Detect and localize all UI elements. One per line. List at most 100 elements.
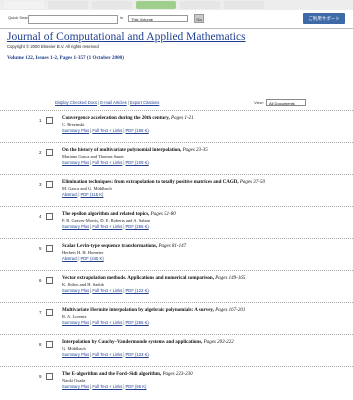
article-pages: Pages 167-201: [215, 308, 246, 313]
article-row: 9 The E-algorithm and the Ford–Sidi algor…: [0, 366, 353, 399]
article-link[interactable]: PDF (109 K): [126, 160, 149, 165]
article-pages: Pages 23-35: [182, 148, 208, 153]
article-info: Scalar Levin-type sequence transformatio…: [62, 244, 342, 262]
article-link[interactable]: PDF (198 K): [126, 128, 149, 133]
article-title-text: On the history of multivariate polynomia…: [62, 148, 182, 153]
link-separator: |: [127, 100, 129, 105]
article-link[interactable]: Abstract: [62, 192, 77, 197]
top-tab-1[interactable]: [4, 1, 44, 9]
article-link[interactable]: PDF (122 K): [126, 288, 149, 293]
quick-search-input[interactable]: [28, 15, 118, 24]
article-link[interactable]: PDF (115 K): [80, 192, 103, 197]
article-title-text: Elimination techniques: from extrapolati…: [62, 180, 239, 185]
article-checkbox[interactable]: [46, 149, 53, 156]
article-link[interactable]: Full Text + Links: [92, 384, 122, 389]
volume-heading: Volume 122, Issues 1-2, Pages 1-357 (1 O…: [7, 55, 124, 61]
top-tab-5[interactable]: [180, 1, 220, 9]
article-link[interactable]: PDF (445 K): [80, 256, 103, 261]
article-row: 8 Interpolation by Cauchy–Vandermonde sys…: [0, 334, 353, 367]
go-button[interactable]: Go: [194, 14, 204, 23]
article-number: 4: [39, 214, 42, 219]
display-checked-docs-link[interactable]: Display Checked Docs: [55, 100, 97, 105]
article-title-text: The epsilon algorithm and related topics…: [62, 212, 150, 217]
top-tab-6[interactable]: [224, 1, 264, 9]
article-checkbox[interactable]: [46, 277, 53, 284]
article-number: 7: [39, 310, 42, 315]
article-links: Summary Plus|Full Text + Links|PDF (66 K…: [62, 384, 342, 390]
header-divider: [0, 28, 353, 29]
article-link[interactable]: Full Text + Links: [92, 320, 122, 325]
article-link[interactable]: Abstract: [62, 256, 77, 261]
article-row: 2 On the history of multivariate polynomi…: [0, 142, 353, 175]
top-tab-4[interactable]: [136, 1, 176, 9]
article-link[interactable]: Summary Plus: [62, 384, 89, 389]
copyright-text: Copyright © 2000 Elsevier B.V. All right…: [7, 44, 99, 49]
article-link[interactable]: Summary Plus: [62, 288, 89, 293]
article-link[interactable]: PDF (256 K): [126, 224, 149, 229]
article-links: Summary Plus|Full Text + Links|PDF (109 …: [62, 160, 342, 166]
article-number: 3: [39, 182, 42, 187]
article-title-text: Vector extrapolation methods. Applicatio…: [62, 276, 214, 281]
article-pages: Pages 203-222: [203, 340, 234, 345]
toolbar-links: Display Checked Docs|E-mail Articles|Exp…: [55, 100, 159, 105]
article-links: Summary Plus|Full Text + Links|PDF (123 …: [62, 352, 342, 358]
link-separator: |: [123, 384, 125, 389]
search-scope-select[interactable]: This Volume: [128, 15, 188, 22]
article-info: Multivariate Hermite interpolation by al…: [62, 308, 342, 326]
article-row: 5 Scalar Levin-type sequence transformati…: [0, 238, 353, 271]
link-separator: |: [123, 224, 125, 229]
article-link[interactable]: Summary Plus: [62, 224, 89, 229]
link-separator: |: [123, 352, 125, 357]
article-pages: Pages 149-165: [215, 276, 246, 281]
article-link[interactable]: Full Text + Links: [92, 224, 122, 229]
article-number: 5: [39, 246, 42, 251]
article-checkbox[interactable]: [46, 309, 53, 316]
article-title-text: Scalar Levin-type sequence transformatio…: [62, 244, 158, 249]
article-checkbox[interactable]: [46, 245, 53, 252]
article-link[interactable]: PDF (66 K): [126, 384, 147, 389]
article-row: 1 Convergence acceleration during the 20t…: [0, 110, 353, 143]
top-tab-2[interactable]: [48, 1, 88, 9]
article-checkbox[interactable]: [46, 117, 53, 124]
article-link[interactable]: Full Text + Links: [92, 128, 122, 133]
email-articles-link[interactable]: E-mail Articles: [100, 100, 127, 105]
article-links: Summary Plus|Full Text + Links|PDF (122 …: [62, 288, 342, 294]
article-info: The E-algorithm and the Ford–Sidi algori…: [62, 372, 342, 390]
article-links: Summary Plus|Full Text + Links|PDF (256 …: [62, 320, 342, 326]
quick-search-bar: Quick Search: in This Volume Go ご利用サポート: [0, 12, 353, 26]
article-row: 4 The epsilon algorithm and related topic…: [0, 206, 353, 239]
journal-title-link[interactable]: Journal of Computational and Applied Mat…: [7, 31, 246, 43]
article-checkbox[interactable]: [46, 181, 53, 188]
results-toolbar: Display Checked Docs|E-mail Articles|Exp…: [0, 98, 353, 108]
article-link[interactable]: PDF (256 K): [126, 320, 149, 325]
link-separator: |: [123, 320, 125, 325]
help-support-button[interactable]: ご利用サポート: [303, 13, 345, 24]
article-checkbox[interactable]: [46, 341, 53, 348]
article-row: 6 Vector extrapolation methods. Applicati…: [0, 270, 353, 303]
article-link[interactable]: Full Text + Links: [92, 288, 122, 293]
article-checkbox[interactable]: [46, 213, 53, 220]
article-number: 9: [39, 374, 42, 379]
article-number: 2: [39, 150, 42, 155]
article-link[interactable]: Full Text + Links: [92, 352, 122, 357]
article-link[interactable]: Summary Plus: [62, 352, 89, 357]
article-link[interactable]: Summary Plus: [62, 160, 89, 165]
article-info: Vector extrapolation methods. Applicatio…: [62, 276, 342, 294]
link-separator: |: [123, 128, 125, 133]
top-tab-3[interactable]: [92, 1, 132, 9]
link-separator: |: [123, 288, 125, 293]
article-title-text: Interpolation by Cauchy–Vandermonde syst…: [62, 340, 203, 345]
article-number: 8: [39, 342, 42, 347]
export-citations-link[interactable]: Export Citations: [130, 100, 160, 105]
view-select[interactable]: All Documents: [266, 99, 306, 106]
article-link[interactable]: Full Text + Links: [92, 160, 122, 165]
article-link[interactable]: Summary Plus: [62, 128, 89, 133]
article-links: Abstract|PDF (115 K): [62, 192, 342, 198]
quick-search-in-label: in: [120, 15, 124, 20]
article-link[interactable]: Summary Plus: [62, 320, 89, 325]
article-link[interactable]: PDF (123 K): [126, 352, 149, 357]
article-row: 7 Multivariate Hermite interpolation by a…: [0, 302, 353, 335]
article-info: The epsilon algorithm and related topics…: [62, 212, 342, 230]
article-checkbox[interactable]: [46, 373, 53, 380]
article-pages: Pages 223-230: [162, 372, 193, 377]
